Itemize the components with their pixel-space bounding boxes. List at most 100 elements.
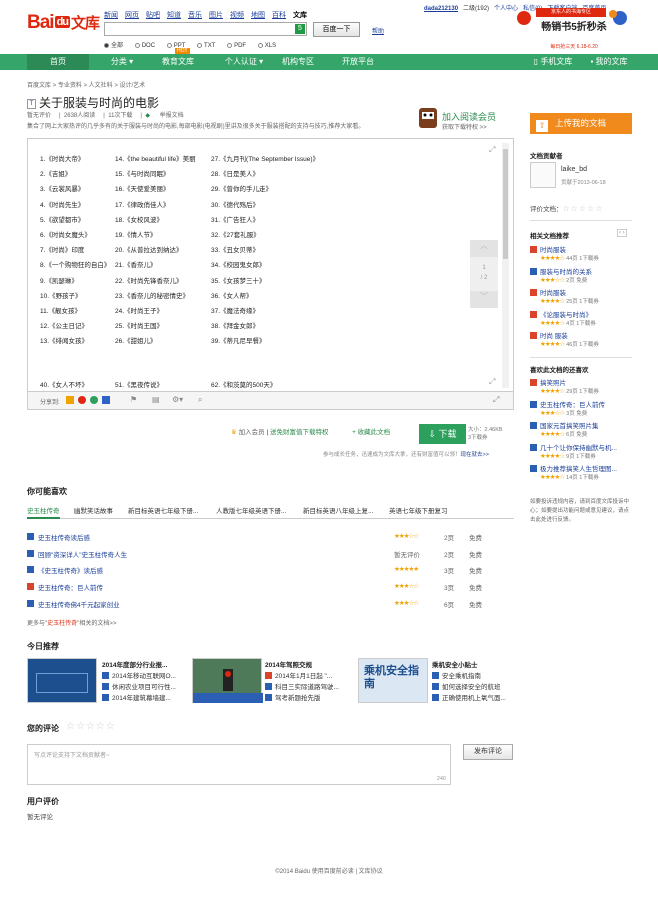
search-button[interactable]: 百度一下 xyxy=(313,22,360,37)
list-item[interactable]: 史玉柱传奇读后感 ★★★☆☆ 2页 免费 xyxy=(27,532,514,545)
scrollbar-thumb[interactable] xyxy=(503,149,508,259)
like-tab-5[interactable]: 新目标英语八年级上复... xyxy=(303,505,373,515)
sidebar-doc-title[interactable]: 几十个让你保持幽默与机... xyxy=(540,445,617,452)
rate-stars[interactable]: ☆☆☆☆☆ xyxy=(563,204,604,213)
favorite-button[interactable]: + 收藏此文档 xyxy=(352,429,390,436)
gear-icon[interactable]: ⚙▾ xyxy=(172,395,183,404)
sidebar-doc-title[interactable]: 史玉柱传奇：巨人前传 xyxy=(540,402,605,409)
upload-button[interactable]: ⇧ 上传我的文档 xyxy=(530,113,632,134)
list-item-title[interactable]: 史玉柱传奇：巨人前传 xyxy=(38,582,103,592)
search-icon[interactable]: ⌕ xyxy=(198,395,202,405)
page-down-button[interactable]: ﹀ xyxy=(470,291,498,308)
sidebar-doc-title[interactable]: 国家元首搞笑照片集 xyxy=(540,423,599,430)
today-thumb-1[interactable] xyxy=(27,658,97,703)
more-related-link[interactable]: 更多与"史玉柱传奇"相关的文档>> xyxy=(27,618,116,627)
list-item-title[interactable]: 史玉柱传奇佛4千元起家创业 xyxy=(38,599,120,609)
fullscreen-icon[interactable]: ⤢ xyxy=(493,395,499,405)
share-weibo-icon[interactable] xyxy=(78,396,86,404)
today-item[interactable]: 2014年建筑幕墙建... xyxy=(102,692,176,703)
sidebar-doc-item[interactable]: 搞笑照片 ★★★★☆ 29页 1下载券 xyxy=(530,377,632,395)
sidebar-doc-item[interactable]: 史玉柱传奇：巨人前传 ★★★☆☆ 3页 免费 xyxy=(530,399,632,417)
print-icon[interactable]: ▤ xyxy=(152,395,160,404)
today-item[interactable]: 驾考新题抢先版 xyxy=(265,692,339,703)
sidebar-doc-title[interactable]: 时尚 服装 xyxy=(540,333,568,340)
username-link[interactable]: dada212130 xyxy=(424,6,458,12)
like-tab-6[interactable]: 英语七年级下册复习 xyxy=(389,505,448,515)
like-tab-4[interactable]: 人教版七年级英语下册... xyxy=(216,505,286,515)
sidebar-doc-title[interactable]: 《论服装与时尚》 xyxy=(540,312,592,319)
avatar[interactable] xyxy=(530,162,556,188)
footer[interactable]: ©2014 Baidu 使用百度前必读 | 文库协议 xyxy=(0,866,658,875)
nav-mobile-wenku[interactable]: ▯ 手机文库 xyxy=(528,54,578,70)
download-button[interactable]: ⇩ 下载 xyxy=(419,424,466,444)
user-center-link[interactable]: 个人中心 xyxy=(494,6,518,12)
today-thumb-3[interactable]: 乘机安全指南 xyxy=(358,658,428,703)
nav-link-music[interactable]: 音乐 xyxy=(188,12,202,19)
list-item-title[interactable]: 《史玉柱传奇》读后感 xyxy=(38,565,103,575)
list-item[interactable]: 史玉柱传奇：巨人前传 ★★★☆☆ 3页 免费 xyxy=(27,582,514,595)
filetype-all[interactable]: 全部 xyxy=(104,43,123,49)
publish-comment-button[interactable]: 发布评论 xyxy=(463,744,513,760)
nav-link-news[interactable]: 新闻 xyxy=(104,12,118,19)
breadcrumb[interactable]: 百度文库 > 专业资料 > 人文社科 > 设计/艺术 xyxy=(27,80,145,89)
sidebar-doc-title[interactable]: 极力推荐搞笑人生哲理图... xyxy=(540,466,617,473)
today-item[interactable]: 安全乘机指南 xyxy=(432,670,506,681)
list-item-title[interactable]: 史玉柱传奇读后感 xyxy=(38,532,90,542)
sidebar-doc-title[interactable]: 搞笑照片 xyxy=(540,380,566,387)
today-item[interactable]: 如何选择安全的航班 xyxy=(432,681,506,692)
nav-education[interactable]: 教育文库 xyxy=(155,54,201,70)
nav-certification[interactable]: 个人认证 ▾ xyxy=(211,54,277,70)
sidebar-doc-item[interactable]: 几十个让你保持幽默与机... ★★★★☆ 9页 1下载券 xyxy=(530,442,632,460)
share-more-icon[interactable] xyxy=(102,396,110,404)
sidebar-doc-item[interactable]: 服装与时尚的关系 ★★★☆☆ 2页 免费 xyxy=(530,266,632,284)
nav-category[interactable]: 分类 ▾ xyxy=(89,54,155,70)
fullscreen-icon[interactable]: ⤢ xyxy=(489,145,495,155)
nav-home[interactable]: 首页 xyxy=(27,54,89,70)
document-viewer[interactable]: ⤢ 1.《时尚大帝》 14.《the beautiful life》美丽 27.《九… xyxy=(27,138,514,392)
page-up-button[interactable]: ︿ xyxy=(470,240,498,257)
today-item[interactable]: 2014年移动互联网O... xyxy=(102,670,176,681)
sidebar-doc-item[interactable]: 时尚 服装 ★★★★☆ 46页 1下载券 xyxy=(530,330,632,348)
nav-link-tieba[interactable]: 贴吧 xyxy=(146,12,160,19)
nav-link-video[interactable]: 视频 xyxy=(230,12,244,19)
search-input[interactable] xyxy=(104,22,307,36)
nav-institution[interactable]: 机构专区 xyxy=(270,54,326,70)
sidebar-doc-item[interactable]: 《论服装与时尚》 ★★★★☆ 4页 1下载券 xyxy=(530,309,632,327)
fullscreen-icon[interactable]: ⤢ xyxy=(489,377,495,387)
today-group-title[interactable]: 乘机安全小贴士 xyxy=(432,659,506,670)
list-item[interactable]: 回顾"资深详人"史玉柱传奇人生 暂无评价 2页 免费 xyxy=(27,549,514,562)
nav-link-web[interactable]: 网页 xyxy=(125,12,139,19)
today-group-title[interactable]: 2014年驾照交规 xyxy=(265,659,339,670)
nav-open-platform[interactable]: 开放平台 xyxy=(330,54,386,70)
task-note-link[interactable]: 现在就去>> xyxy=(461,452,489,458)
list-item-title[interactable]: 回顾"资深详人"史玉柱传奇人生 xyxy=(38,549,127,559)
sidebar-doc-title[interactable]: 服装与时尚的关系 xyxy=(540,269,592,276)
sidebar-doc-item[interactable]: 时尚服装 ★★★★☆ 25页 1下载券 xyxy=(530,287,632,305)
comment-textarea[interactable]: 写点评论支持下文档贡献者~ 240 xyxy=(27,744,451,785)
sidebar-doc-item[interactable]: 极力推荐搞笑人生哲理图... ★★★★☆ 14页 1下载券 xyxy=(530,463,632,481)
free-download-link[interactable]: 送免财富值下载特权 xyxy=(270,429,329,436)
nav-link-images[interactable]: 图片 xyxy=(209,12,223,19)
bookmark-icon[interactable]: ⚑ xyxy=(130,395,137,404)
filetype-xls[interactable]: XLS xyxy=(257,43,276,49)
today-thumb-2[interactable] xyxy=(192,658,263,703)
report-link[interactable]: ◆ 举报文档 xyxy=(145,113,191,119)
nav-link-baike[interactable]: 百科 xyxy=(272,12,286,19)
sidebar-doc-title[interactable]: 时尚服装 xyxy=(540,247,566,254)
baidu-wenku-logo[interactable]: Bai du 文库 xyxy=(27,12,100,34)
like-tab-1[interactable]: 史玉柱传奇 xyxy=(27,505,60,519)
sidebar-doc-item[interactable]: 时尚服装 ★★★★☆ 44页 1下载券 xyxy=(530,244,632,262)
help-link[interactable]: 帮助 xyxy=(372,26,384,35)
rating-stars[interactable]: ☆☆☆☆☆ xyxy=(66,721,116,732)
share-qzone-icon[interactable] xyxy=(66,396,74,404)
nav-link-map[interactable]: 地图 xyxy=(251,12,265,19)
related-pager[interactable]: ‹ › xyxy=(617,229,627,237)
today-item[interactable]: 科目三实际道路驾驶... xyxy=(265,681,339,692)
filetype-pdf[interactable]: PDF xyxy=(227,43,246,49)
like-tab-3[interactable]: 新目标英语七年级下册... xyxy=(128,505,198,515)
search-suggest-icon[interactable]: 5 xyxy=(295,24,305,34)
sidebar-doc-item[interactable]: 国家元首搞笑照片集 ★★★★☆ 6页 免费 xyxy=(530,420,632,438)
today-group-title[interactable]: 2014年度部分行业报... xyxy=(102,659,176,670)
filetype-txt[interactable]: TXT xyxy=(197,43,215,49)
sidebar-doc-title[interactable]: 时尚服装 xyxy=(540,290,566,297)
